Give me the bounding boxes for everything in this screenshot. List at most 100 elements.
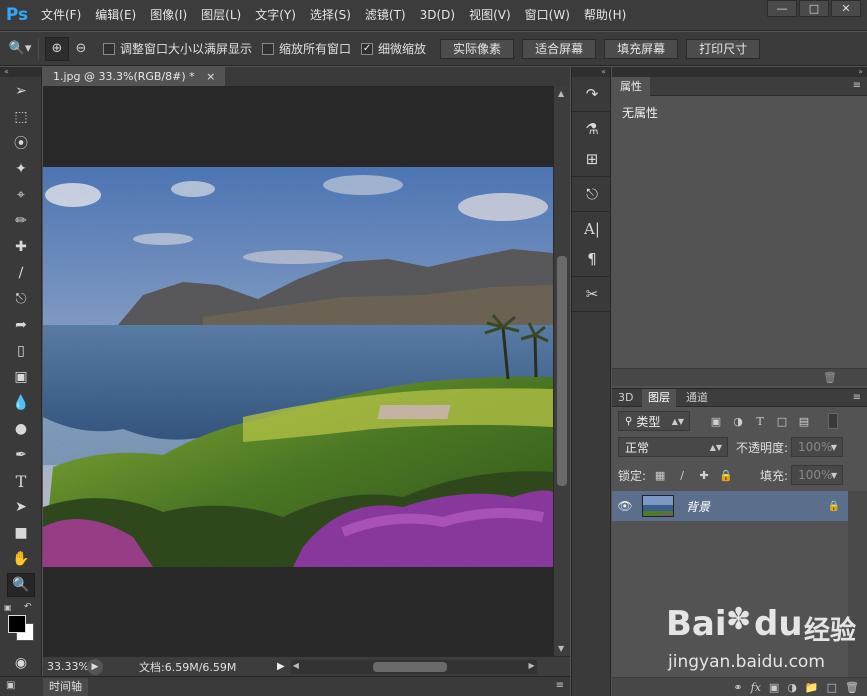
- scroll-left-icon[interactable]: ◀: [293, 661, 299, 670]
- checkbox-checked[interactable]: ✓: [361, 42, 374, 55]
- fit-screen-button[interactable]: 适合屏幕: [522, 38, 597, 59]
- panel-collapse-icon[interactable]: «: [572, 67, 610, 77]
- hand-tool-icon[interactable]: ✋: [7, 547, 35, 571]
- layer-style-icon[interactable]: fx: [751, 681, 761, 694]
- swap-colors-icon[interactable]: ↶: [24, 602, 32, 612]
- new-layer-icon[interactable]: □: [827, 681, 837, 694]
- new-adjustment-layer-icon[interactable]: ◑: [787, 681, 797, 694]
- scrubby-zoom-check[interactable]: ✓ 细微缩放: [361, 40, 426, 57]
- blur-tool-icon[interactable]: 💧: [7, 391, 35, 415]
- fill-screen-button[interactable]: 填充屏幕: [604, 38, 679, 59]
- checkbox[interactable]: [103, 42, 115, 55]
- document-image[interactable]: [43, 167, 553, 567]
- marquee-tool-icon[interactable]: ⬚: [7, 105, 35, 129]
- clone-stamp-tool-icon[interactable]: ⎋: [7, 287, 35, 311]
- magic-wand-tool-icon[interactable]: ✦: [7, 157, 35, 181]
- link-layers-icon[interactable]: ⚭: [733, 681, 742, 694]
- rectangle-tool-icon[interactable]: ■: [7, 521, 35, 545]
- filter-pixel-icon[interactable]: ▣: [708, 413, 724, 429]
- filter-type-icon[interactable]: T: [752, 413, 768, 429]
- filter-shape-icon[interactable]: □: [774, 413, 790, 429]
- share-icon[interactable]: ▶: [87, 658, 103, 675]
- close-tab-icon[interactable]: ×: [206, 70, 215, 83]
- actual-pixels-button[interactable]: 实际像素: [440, 38, 515, 59]
- type-tool-icon[interactable]: T: [7, 469, 35, 493]
- menu-image[interactable]: 图像(I): [143, 0, 194, 31]
- path-selection-tool-icon[interactable]: ➤: [7, 495, 35, 519]
- zoom-out-icon[interactable]: ⊖: [69, 37, 93, 61]
- foreground-color-swatch[interactable]: [8, 615, 26, 633]
- document-tab[interactable]: 1.jpg @ 33.3%(RGB/8#) * ×: [43, 67, 226, 86]
- quick-mask-icon[interactable]: ◉: [7, 651, 35, 675]
- print-size-button[interactable]: 打印尺寸: [686, 38, 761, 59]
- scroll-down-icon[interactable]: ▼: [558, 644, 564, 653]
- character-icon[interactable]: A|: [578, 216, 606, 242]
- resize-windows-check[interactable]: 调整窗口大小以满屏显示: [103, 40, 252, 57]
- dodge-tool-icon[interactable]: ●: [7, 417, 35, 441]
- lock-transparent-icon[interactable]: ▦: [652, 467, 668, 483]
- menu-window[interactable]: 窗口(W): [518, 0, 577, 31]
- menu-select[interactable]: 选择(S): [303, 0, 358, 31]
- brush-tool-icon[interactable]: ∕: [7, 261, 35, 285]
- lasso-tool-icon[interactable]: ⦿: [7, 131, 35, 155]
- move-tool-icon[interactable]: ➢: [7, 79, 35, 103]
- scrollbar-thumb[interactable]: [372, 661, 447, 672]
- zoom-all-windows-check[interactable]: 缩放所有窗口: [262, 40, 351, 57]
- zoom-in-icon[interactable]: ⊕: [45, 36, 69, 61]
- tool-presets-icon[interactable]: ✂: [578, 281, 606, 307]
- fill-field[interactable]: 100% ▼: [791, 465, 844, 485]
- status-menu-icon[interactable]: ▶: [277, 661, 285, 672]
- vertical-scrollbar[interactable]: ▲ ▼: [553, 86, 570, 656]
- delete-layer-icon[interactable]: 🗑: [845, 681, 859, 694]
- canvas-area[interactable]: [43, 86, 553, 656]
- timeline-tab[interactable]: 时间轴: [43, 677, 88, 696]
- filter-toggle-switch[interactable]: [828, 413, 838, 429]
- minimize-icon[interactable]: —: [767, 0, 797, 17]
- eyedropper-tool-icon[interactable]: ✏: [7, 209, 35, 233]
- paragraph-icon[interactable]: ¶: [578, 246, 606, 272]
- checkbox[interactable]: [262, 42, 275, 55]
- menu-filter[interactable]: 滤镜(T): [358, 0, 413, 31]
- menu-file[interactable]: 文件(F): [34, 0, 88, 31]
- gradient-tool-icon[interactable]: ▣: [7, 365, 35, 389]
- healing-brush-tool-icon[interactable]: ✚: [7, 235, 35, 259]
- menu-layer[interactable]: 图层(L): [194, 0, 248, 31]
- zoom-tool-preset-icon[interactable]: 🔍▾: [8, 37, 32, 61]
- visibility-eye-icon[interactable]: 👁: [612, 499, 638, 513]
- maximize-icon[interactable]: □: [799, 0, 829, 17]
- zoom-tool-icon[interactable]: 🔍: [7, 573, 35, 597]
- tab-3d[interactable]: 3D: [612, 389, 639, 407]
- lock-image-icon[interactable]: ∕: [674, 467, 690, 483]
- blend-mode-dropdown[interactable]: 正常 ▲▼: [618, 437, 728, 457]
- pen-tool-icon[interactable]: ✒: [7, 443, 35, 467]
- close-icon[interactable]: ✕: [831, 0, 861, 17]
- layer-row[interactable]: 👁 背景 🔒: [612, 491, 848, 521]
- filter-adjustment-icon[interactable]: ◑: [730, 413, 746, 429]
- new-group-icon[interactable]: 📁: [805, 681, 819, 694]
- collapse-icon[interactable]: »: [858, 67, 863, 77]
- timeline-icon[interactable]: ▣: [6, 680, 15, 691]
- panel-collapse-icon[interactable]: «: [0, 67, 41, 77]
- lock-all-icon[interactable]: 🔒: [718, 467, 734, 483]
- history-brush-tool-icon[interactable]: ➦: [7, 313, 35, 337]
- filter-kind-dropdown[interactable]: ⚲ 类型 ▲▼: [618, 411, 690, 431]
- adjustments-icon[interactable]: ⊞: [578, 146, 606, 172]
- scroll-up-icon[interactable]: ▲: [558, 89, 564, 98]
- default-colors-icon[interactable]: ▣: [4, 603, 12, 612]
- menu-type[interactable]: 文字(Y): [248, 0, 303, 31]
- menu-edit[interactable]: 编辑(E): [88, 0, 143, 31]
- scroll-right-icon[interactable]: ▶: [529, 661, 535, 670]
- scrollbar-thumb[interactable]: [557, 256, 567, 486]
- menu-help[interactable]: 帮助(H): [577, 0, 633, 31]
- brush-presets-icon[interactable]: ⚗: [578, 116, 606, 142]
- lock-position-icon[interactable]: ✚: [696, 467, 712, 483]
- filter-smart-object-icon[interactable]: ▤: [796, 413, 812, 429]
- trash-icon[interactable]: 🗑: [823, 371, 837, 384]
- menu-3d[interactable]: 3D(D): [413, 0, 462, 31]
- tab-channels[interactable]: 通道: [680, 389, 714, 407]
- panel-menu-icon[interactable]: ≡: [556, 680, 564, 691]
- tab-properties[interactable]: 属性: [612, 77, 650, 96]
- crop-tool-icon[interactable]: ⌖: [7, 183, 35, 207]
- add-mask-icon[interactable]: ▣: [769, 681, 779, 694]
- clone-source-icon[interactable]: ⎋: [578, 181, 606, 207]
